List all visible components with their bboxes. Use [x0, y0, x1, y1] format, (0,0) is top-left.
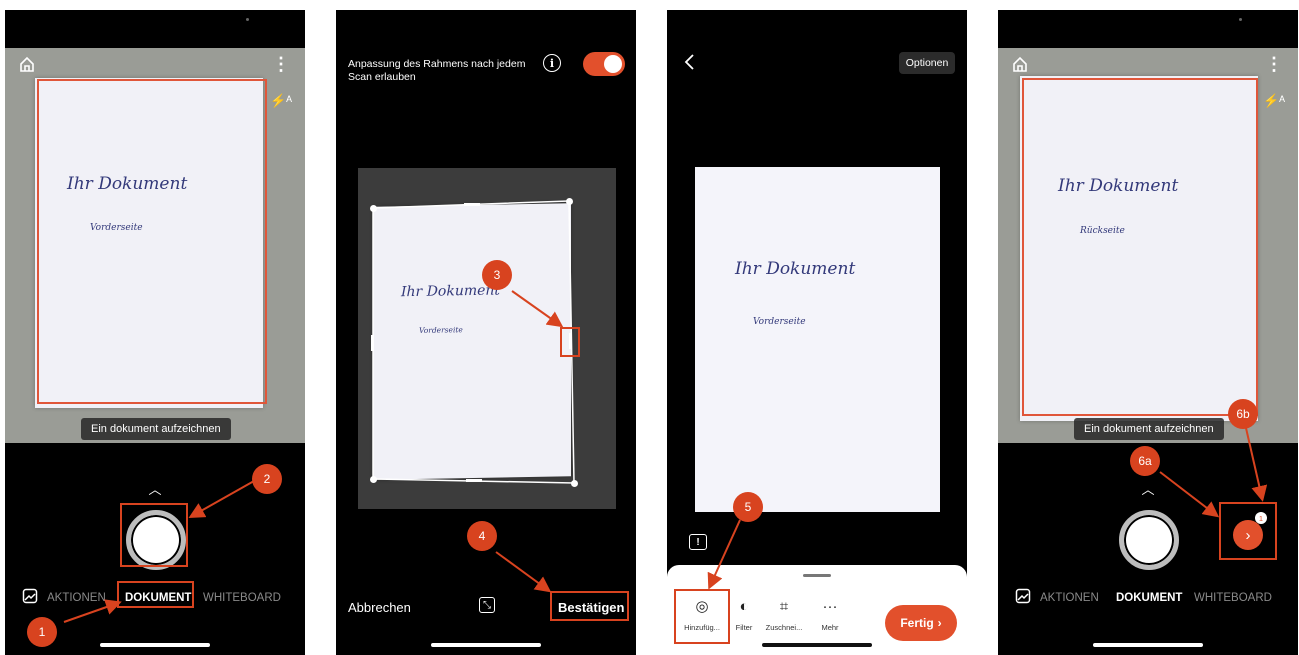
callout-dokument-box: [117, 581, 194, 608]
paper-title: Ihr Dokument: [735, 259, 856, 279]
mode-dokument[interactable]: DOKUMENT: [1116, 592, 1182, 604]
home-indicator: [431, 643, 541, 647]
shutter-button[interactable]: [1119, 510, 1179, 570]
back-icon[interactable]: [679, 52, 699, 72]
tool-crop[interactable]: ⌗ Zuschnei...: [759, 597, 809, 632]
chevron-right-icon: ›: [937, 616, 942, 630]
document-detection-frame: [37, 79, 267, 404]
done-label: Fertig: [900, 616, 934, 630]
tool-more-label: Mehr: [821, 623, 839, 632]
toggle-knob: [604, 55, 622, 73]
step-badge-4: 4: [467, 521, 497, 551]
step-badge-6b: 6b: [1228, 399, 1258, 429]
phone-crop-adjust: Anpassung des Rahmens nach jedem Scan er…: [336, 10, 636, 655]
home-indicator: [1093, 643, 1203, 647]
info-icon[interactable]: i: [543, 54, 561, 72]
more-vertical-icon[interactable]: ⋮: [1264, 54, 1284, 74]
tool-crop-label: Zuschnei...: [765, 623, 803, 632]
crop-icon: ⌗: [779, 598, 789, 615]
status-dot: [246, 18, 249, 21]
capture-hint: Ein dokument aufzeichnen: [81, 418, 231, 440]
document-paper: Ihr Dokument Vorderseite: [695, 167, 940, 512]
callout-edge-handle-box: [560, 327, 580, 357]
callout-next-box: [1219, 502, 1277, 560]
crop-corner-top-left[interactable]: [370, 205, 377, 212]
cancel-button[interactable]: Abbrechen: [348, 600, 411, 615]
capture-mode-bar: AKTIONEN DOKUMENT WHITEBOARD: [998, 588, 1298, 612]
options-button[interactable]: Optionen: [899, 52, 955, 74]
expand-icon[interactable]: ⤡: [479, 597, 495, 613]
paper-subtitle: Vorderseite: [753, 317, 806, 327]
done-button[interactable]: Fertig ›: [885, 605, 957, 641]
camera-preview: Ihr Dokument Vorderseite Ein dokument au…: [5, 48, 305, 443]
crop-corner-bottom-left[interactable]: [370, 476, 377, 483]
sheet-grabber[interactable]: [803, 574, 831, 577]
step-badge-1: 1: [27, 617, 57, 647]
capture-hint: Ein dokument aufzeichnen: [1074, 418, 1224, 440]
chevron-up-icon[interactable]: ︿: [1138, 483, 1158, 497]
home-indicator: [100, 643, 210, 647]
feedback-icon[interactable]: !: [689, 534, 707, 550]
status-dot: [1239, 18, 1242, 21]
step-badge-2: 2: [252, 464, 282, 494]
step-badge-3: 3: [482, 260, 512, 290]
document-detection-frame: [1022, 78, 1258, 416]
crop-edge-top[interactable]: [464, 203, 480, 206]
mode-whiteboard[interactable]: WHITEBOARD: [203, 592, 281, 604]
callout-confirm-box: [550, 591, 629, 621]
frame-adjust-label: Anpassung des Rahmens nach jedem Scan er…: [348, 58, 526, 83]
step-badge-6a: 6a: [1130, 446, 1160, 476]
mode-aktionen[interactable]: AKTIONEN: [1040, 592, 1099, 604]
crop-edge-left[interactable]: [371, 335, 374, 351]
step-badge-5: 5: [733, 492, 763, 522]
frame-adjust-toggle[interactable]: [583, 52, 625, 76]
more-horizontal-icon: ···: [822, 598, 838, 615]
chevron-up-icon[interactable]: ︿: [145, 483, 165, 497]
more-vertical-icon[interactable]: ⋮: [271, 54, 291, 74]
home-indicator: [762, 643, 872, 647]
crop-corner-top-right[interactable]: [566, 198, 573, 205]
callout-shutter-box: [120, 503, 188, 567]
tool-more[interactable]: ··· Mehr: [805, 597, 855, 632]
mode-aktionen[interactable]: AKTIONEN: [47, 592, 106, 604]
mode-whiteboard[interactable]: WHITEBOARD: [1194, 592, 1272, 604]
callout-add-box: [674, 589, 730, 644]
flash-auto-icon[interactable]: ⚡ᴬ: [270, 90, 292, 112]
crop-corner-bottom-right[interactable]: [571, 480, 578, 487]
home-icon[interactable]: [1010, 54, 1030, 74]
crop-edge-bottom[interactable]: [466, 479, 482, 482]
flash-auto-icon[interactable]: ⚡ᴬ: [1263, 90, 1285, 112]
home-icon[interactable]: [17, 54, 37, 74]
phone-review: Optionen Ihr Dokument Vorderseite ! ◎ Hi…: [667, 10, 967, 655]
camera-preview: Ihr Dokument Rückseite Ein dokument aufz…: [998, 48, 1298, 443]
